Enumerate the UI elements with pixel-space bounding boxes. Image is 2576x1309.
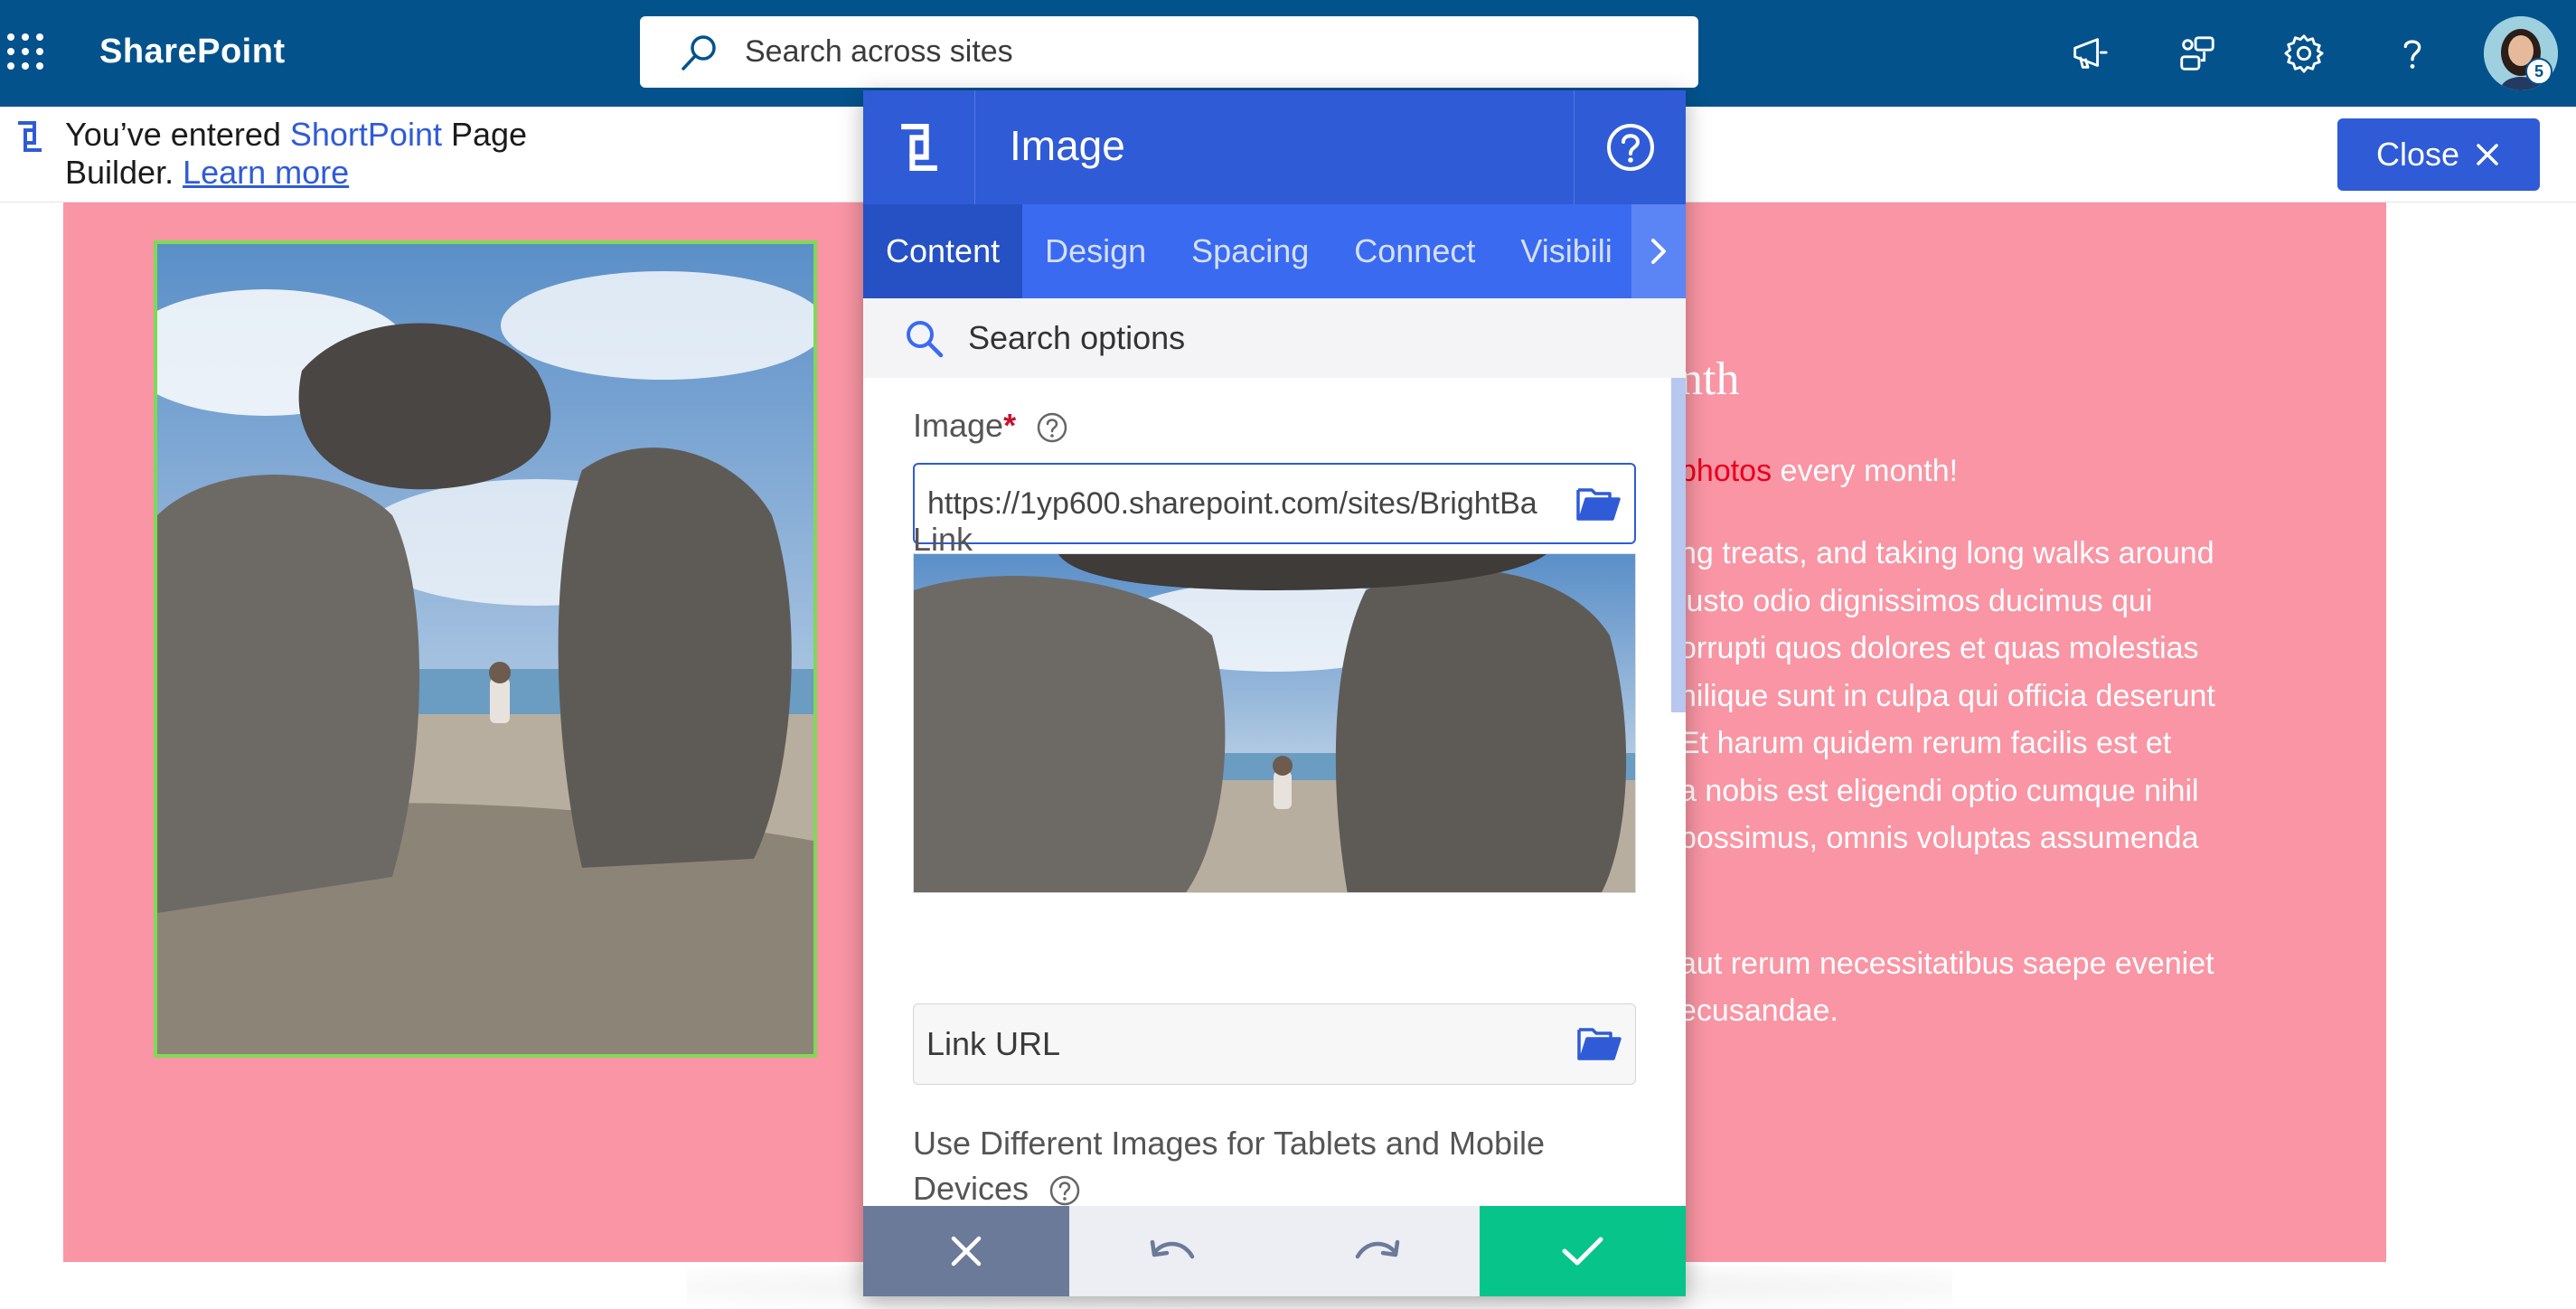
tab-content[interactable]: Content [863, 204, 1023, 298]
site-search-box[interactable] [640, 16, 1698, 88]
panel-title: Image [1010, 122, 1125, 169]
redo-icon [1355, 1239, 1399, 1259]
cancel-button[interactable] [863, 1206, 1069, 1296]
undo-icon [1150, 1239, 1194, 1259]
section-paragraph-2: aut rerum necessitatibus saepe eveniet e… [1679, 946, 2214, 1028]
panel-header: Image [863, 90, 1686, 204]
panel-tabs: Content Design Spacing Connect Visibili [863, 204, 1686, 298]
checkmark-icon [1562, 1237, 1603, 1266]
link-url-field[interactable] [913, 1003, 1636, 1085]
options-search-box[interactable] [863, 298, 1686, 378]
section-subtitle: photos every month! [1679, 454, 1959, 488]
megaphone-icon[interactable] [2066, 31, 2111, 76]
waffle-icon[interactable] [7, 33, 43, 70]
help-icon[interactable] [2390, 31, 2435, 76]
section-paragraph: ng treats, and taking long walks around … [1679, 536, 2215, 855]
shortpoint-logo-icon [863, 90, 975, 204]
image-field-label: Image* [913, 407, 1068, 445]
tab-visibility[interactable]: Visibili [1498, 204, 1634, 298]
help-circle-icon[interactable] [1574, 90, 1686, 204]
close-builder-button[interactable]: Close [2337, 118, 2540, 191]
notice-text: You’ve entered ShortPoint Page Builder. … [65, 116, 528, 191]
close-icon [951, 1236, 982, 1267]
required-marker: * [1003, 407, 1017, 444]
connections-icon[interactable] [2175, 31, 2220, 76]
image-settings-panel: Image Content Design Spacing Connect Vis… [863, 90, 1686, 1296]
image-preview [913, 553, 1636, 893]
image-url-input[interactable] [927, 485, 1560, 522]
image-url-field[interactable] [913, 463, 1636, 544]
panel-footer [863, 1206, 1686, 1296]
folder-open-icon[interactable] [1573, 481, 1623, 526]
tab-connect[interactable]: Connect [1331, 204, 1498, 298]
help-circle-icon[interactable] [1048, 1174, 1081, 1207]
confirm-button[interactable] [1480, 1206, 1686, 1296]
chevron-right-icon[interactable] [1631, 204, 1686, 298]
search-icon [907, 321, 944, 358]
shortpoint-logo-icon [18, 121, 42, 152]
hero-image[interactable] [154, 240, 817, 1058]
gear-icon[interactable] [2281, 31, 2327, 76]
undo-button[interactable] [1069, 1206, 1274, 1296]
tab-design[interactable]: Design [1022, 204, 1169, 298]
close-icon [2477, 144, 2498, 165]
section-heading: nth [1679, 353, 1740, 405]
tab-spacing[interactable]: Spacing [1169, 204, 1331, 298]
responsive-images-label: Use Different Images for Tablets and Mob… [913, 1125, 1546, 1207]
link-field-label: Link [913, 521, 973, 558]
redo-button[interactable] [1274, 1206, 1480, 1296]
options-search-input[interactable] [968, 319, 1601, 357]
search-icon [682, 34, 716, 71]
learn-more-link[interactable]: Learn more [183, 154, 349, 191]
link-url-input[interactable] [926, 1025, 1541, 1063]
folder-open-icon[interactable] [1574, 1021, 1624, 1066]
notification-badge: 5 [2525, 58, 2552, 85]
site-search-input[interactable] [745, 34, 1649, 70]
panel-scrollbar[interactable] [1671, 378, 1686, 712]
help-circle-icon[interactable] [1036, 411, 1068, 444]
app-name[interactable]: SharePoint [99, 33, 286, 71]
